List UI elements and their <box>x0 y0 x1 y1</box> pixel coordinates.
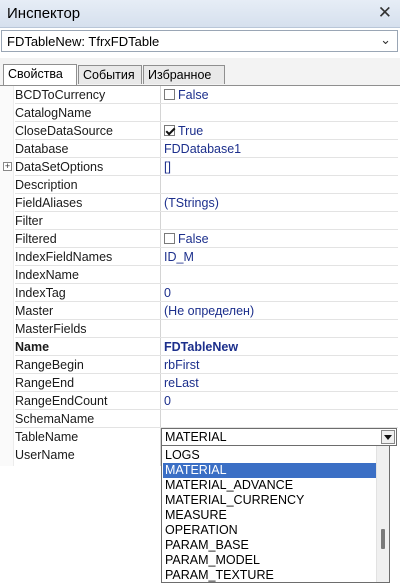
inspector-titlebar: Инспектор ✕ <box>0 0 400 28</box>
property-name: IndexName <box>15 268 79 282</box>
property-value[interactable] <box>164 410 396 428</box>
dropdown-option[interactable]: OPERATION <box>163 523 377 538</box>
property-row[interactable]: SchemaName <box>0 410 400 428</box>
property-name: DataSetOptions <box>15 160 104 174</box>
property-row[interactable]: RangeBegin rbFirst <box>0 356 400 374</box>
property-name: Filter <box>15 214 43 228</box>
property-value[interactable] <box>164 266 396 284</box>
tab-properties[interactable]: Свойства <box>3 64 77 85</box>
tablename-dropdown-list[interactable]: LOGS MATERIAL MATERIAL_ADVANCE MATERIAL_… <box>161 445 390 583</box>
property-name: IndexFieldNames <box>15 250 113 264</box>
property-row[interactable]: Database FDDatabase1 <box>0 140 400 158</box>
property-value[interactable] <box>164 320 396 338</box>
dropdown-option[interactable]: MATERIAL_CURRENCY <box>163 493 377 508</box>
property-name: RangeEnd <box>15 376 75 390</box>
checkbox[interactable] <box>164 233 175 244</box>
tablename-combobox[interactable]: MATERIAL <box>161 428 397 446</box>
property-row[interactable]: IndexTag 0 <box>0 284 400 302</box>
property-name: Name <box>15 340 50 354</box>
property-row[interactable]: IndexName <box>0 266 400 284</box>
property-name: Master <box>15 304 54 318</box>
property-row[interactable]: RangeEnd reLast <box>0 374 400 392</box>
property-name: FieldAliases <box>15 196 83 210</box>
dropdown-option-selected[interactable]: MATERIAL <box>163 463 377 478</box>
property-row[interactable]: CloseDataSource True <box>0 122 400 140</box>
property-value[interactable] <box>164 104 396 122</box>
property-name: RangeEndCount <box>15 394 108 408</box>
dropdown-scrollbar[interactable] <box>376 446 389 582</box>
property-name: RangeBegin <box>15 358 84 372</box>
property-name: CatalogName <box>15 106 92 120</box>
close-icon[interactable]: ✕ <box>378 3 392 23</box>
property-value[interactable] <box>164 176 396 194</box>
property-name: Database <box>15 142 69 156</box>
property-row[interactable]: CatalogName <box>0 104 400 122</box>
tab-favorites[interactable]: Избранное <box>143 65 225 84</box>
property-value[interactable] <box>164 212 396 230</box>
property-row[interactable]: + DataSetOptions [] <box>0 158 400 176</box>
property-name: SchemaName <box>15 412 95 426</box>
plus-expand-icon[interactable]: + <box>3 162 12 171</box>
property-name: UserName <box>15 448 75 462</box>
property-row[interactable]: FieldAliases (TStrings) <box>0 194 400 212</box>
dropdown-option[interactable]: PARAM_BASE <box>163 538 377 553</box>
property-value[interactable]: False <box>164 230 396 248</box>
property-name: MasterFields <box>15 322 87 336</box>
tab-events[interactable]: События <box>78 65 142 84</box>
property-value[interactable]: False <box>164 86 396 104</box>
property-value[interactable]: rbFirst <box>164 356 396 374</box>
property-value[interactable]: [] <box>164 158 396 176</box>
property-value[interactable]: (Не определен) <box>164 302 396 320</box>
property-row[interactable]: BCDToCurrency False <box>0 86 400 104</box>
property-name: IndexTag <box>15 286 66 300</box>
property-value[interactable]: 0 <box>164 284 396 302</box>
object-selector-value: FDTableNew: TfrxFDTable <box>7 34 160 49</box>
dropdown-arrow-icon[interactable] <box>381 430 395 444</box>
property-row[interactable]: Master (Не определен) <box>0 302 400 320</box>
checkbox[interactable] <box>164 89 175 100</box>
property-row[interactable]: TableName MATERIAL <box>0 428 400 446</box>
dropdown-option[interactable]: LOGS <box>163 448 377 463</box>
property-row[interactable]: RangeEndCount 0 <box>0 392 400 410</box>
property-row[interactable]: IndexFieldNames ID_M <box>0 248 400 266</box>
property-value[interactable]: reLast <box>164 374 396 392</box>
property-name: TableName <box>15 430 79 444</box>
property-value[interactable]: (TStrings) <box>164 194 396 212</box>
property-row[interactable]: Description <box>0 176 400 194</box>
property-row[interactable]: Name FDTableNew <box>0 338 400 356</box>
dropdown-option[interactable]: PARAM_MODEL <box>163 553 377 568</box>
property-name: BCDToCurrency <box>15 88 106 102</box>
property-value[interactable]: True <box>164 122 396 140</box>
dropdown-option[interactable]: PARAM_TEXTURE <box>163 568 377 582</box>
checkbox-checked[interactable] <box>164 125 175 136</box>
property-row[interactable]: MasterFields <box>0 320 400 338</box>
dropdown-option[interactable]: MEASURE <box>163 508 377 523</box>
property-name: Description <box>15 178 78 192</box>
property-name: CloseDataSource <box>15 124 113 138</box>
tab-bar: Свойства События Избранное <box>0 58 400 138</box>
tablename-combobox-value[interactable]: MATERIAL <box>165 429 227 445</box>
scrollbar-thumb[interactable] <box>381 529 385 549</box>
property-value[interactable]: 0 <box>164 392 396 410</box>
property-row[interactable]: Filter <box>0 212 400 230</box>
window-title: Инспектор <box>7 5 81 22</box>
dropdown-option[interactable]: MATERIAL_ADVANCE <box>163 478 377 493</box>
property-value[interactable]: FDTableNew <box>164 338 396 356</box>
property-row[interactable]: Filtered False <box>0 230 400 248</box>
property-value[interactable]: FDDatabase1 <box>164 140 396 158</box>
property-value[interactable]: ID_M <box>164 248 396 266</box>
chevron-down-icon[interactable]: ⌄ <box>380 32 391 48</box>
property-name: Filtered <box>15 232 57 246</box>
object-selector[interactable]: FDTableNew: TfrxFDTable ⌄ <box>1 30 398 52</box>
